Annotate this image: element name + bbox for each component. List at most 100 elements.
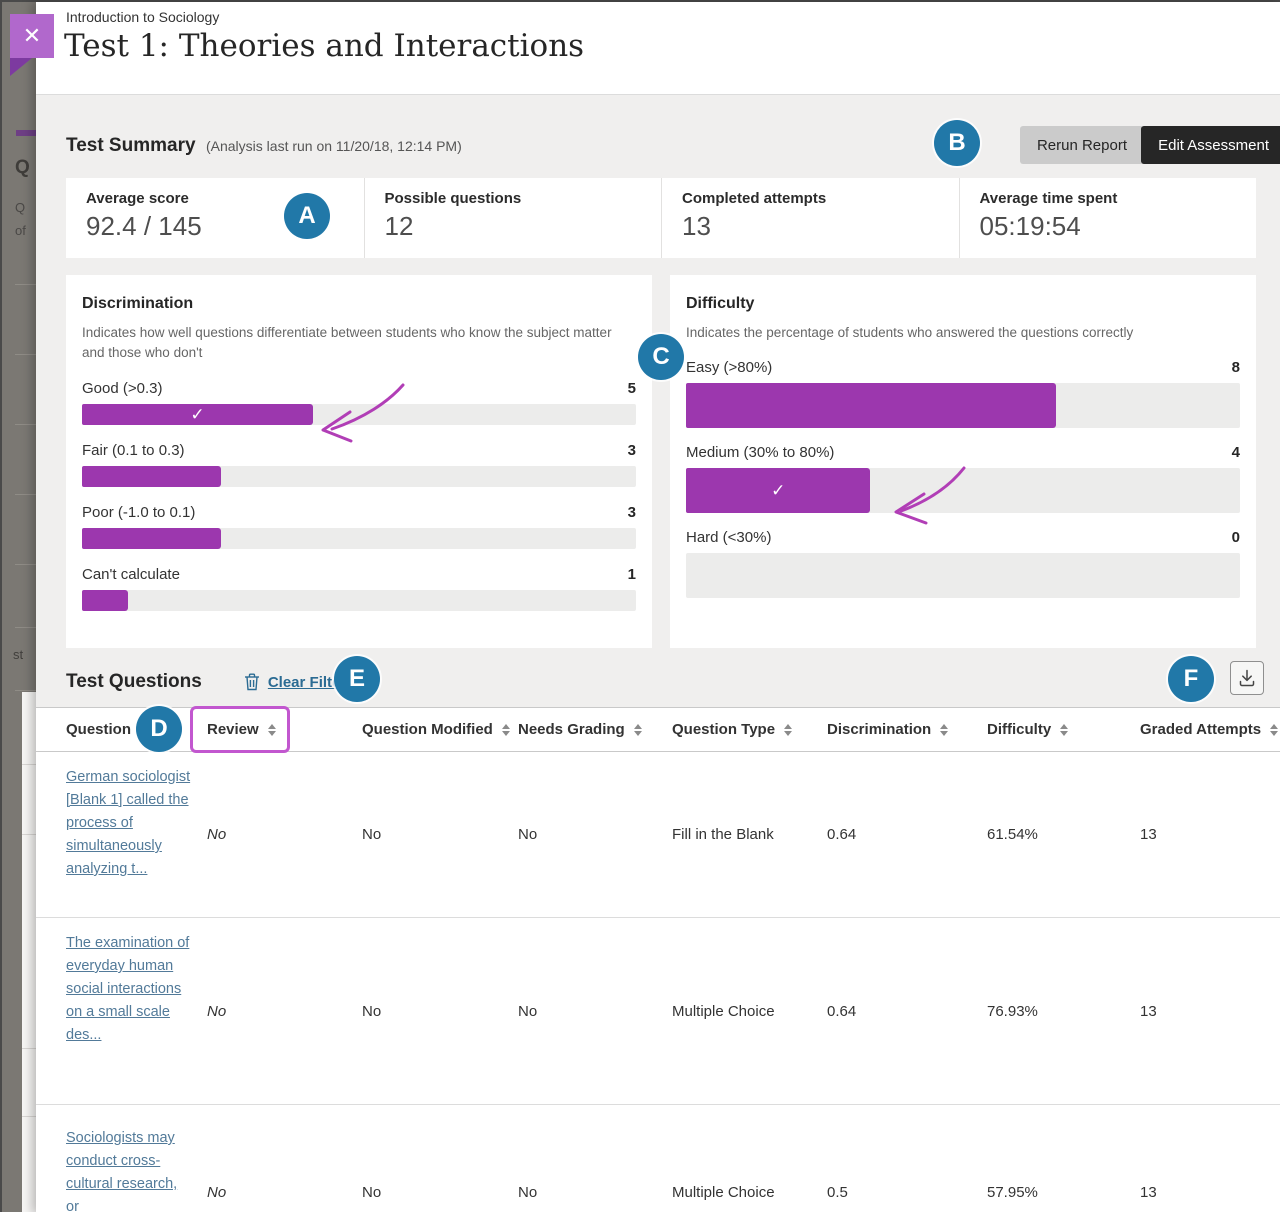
needs-grading-cell: No [518, 1003, 672, 1020]
summary-stats-card: Average score 92.4 / 145 Possible questi… [66, 178, 1256, 258]
discrimination-cell: 0.5 [827, 1184, 987, 1201]
bar-count: 4 [1232, 444, 1240, 461]
question-cell: Sociologists may conduct cross-cultural … [66, 1105, 192, 1212]
bar-track: ✓ [82, 404, 636, 425]
bar-count: 3 [628, 442, 636, 459]
bar-group-good: Good (>0.3) 5 ✓ [82, 380, 636, 425]
needs-grading-cell: No [518, 826, 672, 843]
review-cell: No [207, 1003, 362, 1020]
stat-value: 05:19:54 [980, 211, 1257, 242]
bar-fill: ✓ [686, 468, 870, 513]
underlay-divider [15, 690, 36, 691]
difficulty-title: Difficulty [686, 295, 1240, 313]
question-link[interactable]: The examination of everyday human social… [66, 935, 189, 1043]
discrimination-description: Indicates how well questions differentia… [82, 323, 632, 363]
question-modified-cell: No [362, 1184, 518, 1201]
underlay-divider [22, 834, 36, 835]
underlay-divider [15, 284, 36, 285]
review-cell: No [207, 826, 362, 843]
bar-group-hard: Hard (<30%) 0 [686, 529, 1240, 598]
stat-label: Possible questions [385, 190, 662, 207]
annotation-e: E [334, 656, 380, 702]
bar-label: Easy (>80%) [686, 359, 772, 376]
close-icon: ✕ [23, 23, 41, 49]
bar-track [82, 466, 636, 487]
bar-label: Medium (30% to 80%) [686, 444, 834, 461]
discrimination-cell: 0.64 [827, 826, 987, 843]
bar-group-medium: Medium (30% to 80%) 4 ✓ [686, 444, 1240, 513]
summary-title: Test Summary [66, 135, 196, 156]
test-summary-heading: Test Summary (Analysis last run on 11/20… [66, 135, 462, 157]
stat-average-time: Average time spent 05:19:54 [959, 178, 1257, 258]
column-header-question-type[interactable]: Question Type [672, 721, 827, 738]
underlay-divider [15, 424, 36, 425]
question-modified-cell: No [362, 1003, 518, 1020]
table-row: The examination of everyday human social… [36, 918, 1280, 1105]
discrimination-card: Discrimination Indicates how well questi… [66, 275, 652, 648]
rerun-report-button[interactable]: Rerun Report [1020, 126, 1144, 164]
question-cell: German sociologist [Blank 1] called the … [66, 752, 192, 881]
bar-label: Poor (-1.0 to 0.1) [82, 504, 195, 521]
needs-grading-cell: No [518, 1184, 672, 1201]
underlay-divider [15, 494, 36, 495]
underlay-text: st [13, 647, 23, 662]
difficulty-description: Indicates the percentage of students who… [686, 323, 1236, 343]
table-header-row: Question Review Question Modified Needs … [36, 707, 1280, 752]
discrimination-cell: 0.64 [827, 1003, 987, 1020]
dimmed-background-page: Q Q of st [2, 2, 36, 1212]
underlay-divider [15, 627, 36, 628]
sort-icon [634, 724, 642, 736]
difficulty-card: Difficulty Indicates the percentage of s… [670, 275, 1256, 648]
stat-label: Completed attempts [682, 190, 959, 207]
table-row: German sociologist [Blank 1] called the … [36, 752, 1280, 918]
course-name: Introduction to Sociology [66, 9, 219, 25]
annotation-b: B [934, 120, 980, 166]
question-link[interactable]: Sociologists may conduct cross-cultural … [66, 1130, 177, 1212]
underlay-divider [22, 1116, 36, 1117]
column-header-review[interactable]: Review [207, 721, 362, 738]
stat-completed-attempts: Completed attempts 13 [661, 178, 959, 258]
annotation-f: F [1168, 656, 1214, 702]
test-questions-heading: Test Questions [66, 671, 202, 693]
column-header-graded-attempts[interactable]: Graded Attempts [1140, 721, 1280, 738]
bar-count: 1 [628, 566, 636, 583]
question-link[interactable]: German sociologist [Blank 1] called the … [66, 769, 190, 877]
difficulty-cell: 57.95% [987, 1184, 1140, 1201]
underlay-accent-bar [16, 130, 36, 136]
column-header-needs-grading[interactable]: Needs Grading [518, 721, 672, 738]
sort-icon [1270, 724, 1278, 736]
edit-assessment-button[interactable]: Edit Assessment [1141, 126, 1280, 164]
page-title: Test 1: Theories and Interactions [64, 28, 584, 64]
underlay-divider [22, 1048, 36, 1049]
bar-label: Can't calculate [82, 566, 180, 583]
discrimination-title: Discrimination [82, 295, 636, 313]
column-header-difficulty[interactable]: Difficulty [987, 721, 1140, 738]
bar-track: ✓ [686, 468, 1240, 513]
bar-fill [82, 466, 221, 487]
underlay-text: Q [15, 200, 25, 215]
bar-count: 8 [1232, 359, 1240, 376]
bar-track [686, 553, 1240, 598]
question-type-cell: Fill in the Blank [672, 826, 827, 843]
column-header-question-modified[interactable]: Question Modified [362, 721, 518, 738]
bar-count: 5 [628, 380, 636, 397]
panel-header: Introduction to Sociology Test 1: Theori… [36, 2, 1280, 94]
annotation-d: D [136, 706, 182, 752]
column-header-discrimination[interactable]: Discrimination [827, 721, 987, 738]
close-button[interactable]: ✕ [10, 14, 54, 58]
panel-body: Test Summary (Analysis last run on 11/20… [36, 94, 1280, 707]
sort-icon [268, 724, 276, 736]
download-button[interactable] [1230, 661, 1264, 695]
sort-icon [784, 724, 792, 736]
underlay-table-edge [22, 692, 36, 1212]
bar-fill [82, 528, 221, 549]
checkmark-icon: ✓ [82, 404, 313, 425]
table-row: Sociologists may conduct cross-cultural … [36, 1105, 1280, 1212]
stat-value: 12 [385, 211, 662, 242]
underlay-text: of [15, 223, 26, 238]
summary-last-run: (Analysis last run on 11/20/18, 12:14 PM… [206, 138, 462, 154]
review-cell: No [207, 1184, 362, 1201]
question-cell: The examination of everyday human social… [66, 918, 192, 1047]
annotation-c: C [638, 334, 684, 380]
test-questions-table: Question Review Question Modified Needs … [36, 707, 1280, 1212]
